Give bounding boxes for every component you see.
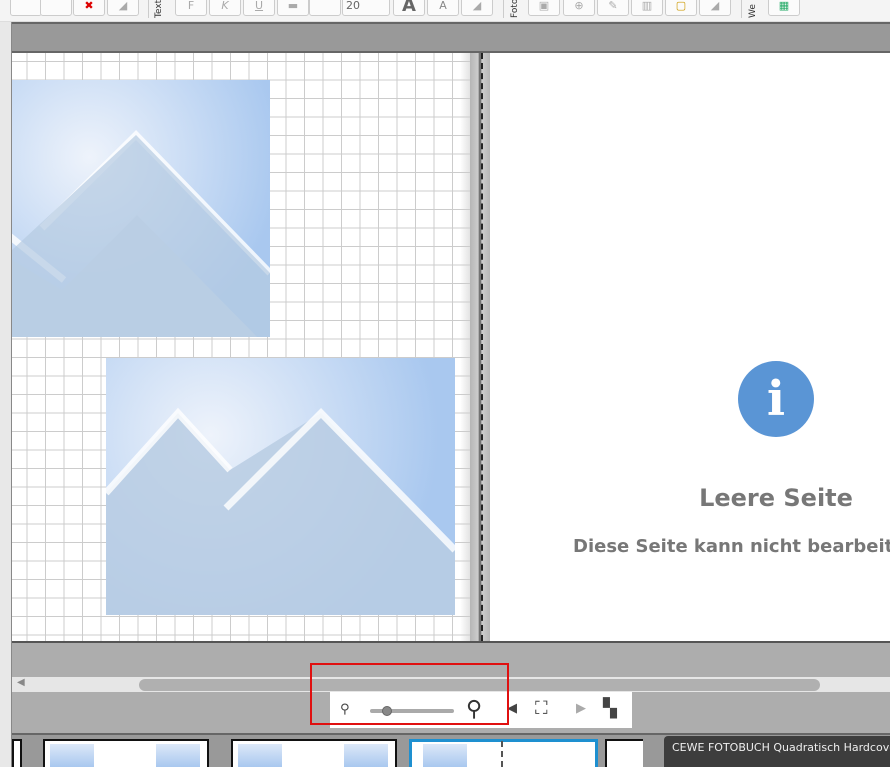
swap-pages-icon[interactable]: ▚ [603, 698, 617, 719]
separator [503, 0, 504, 18]
text-color-button[interactable]: ▬ [277, 0, 309, 16]
next-page-icon[interactable]: ▶ [576, 701, 586, 716]
photo-placeholder[interactable] [12, 80, 270, 337]
photo-link-button[interactable]: ⊕ [563, 0, 595, 16]
line-spacing-button[interactable] [309, 0, 341, 16]
paste-button[interactable] [40, 0, 72, 16]
photo-book-button[interactable]: ▥ [631, 0, 663, 16]
toolbar: ✖ ◢ Text F K U ▬ 20 A A ◢ Foto ▣ ⊕ ✎ ▥ ▢… [0, 0, 890, 22]
thumbnail-photo [50, 744, 94, 767]
foto-group-label: Foto [510, 0, 520, 18]
scroll-left-arrow-icon[interactable]: ◀ [17, 677, 25, 688]
photo-more-dropdown[interactable]: ◢ [699, 0, 731, 16]
fold-line [481, 53, 483, 641]
delete-button[interactable]: ✖ [73, 0, 105, 16]
shrink-font-button[interactable]: A [427, 0, 459, 16]
italic-button[interactable]: K [209, 0, 241, 16]
thumbnail-photo [423, 744, 467, 767]
more-group-label: We [748, 4, 758, 18]
photo-frame-button[interactable]: ▣ [528, 0, 560, 16]
thumbnail-fold [501, 741, 503, 767]
font-size-input[interactable]: 20 [342, 0, 390, 16]
underline-button[interactable]: U [243, 0, 275, 16]
text-more-dropdown[interactable]: ◢ [461, 0, 493, 16]
separator [148, 0, 149, 18]
copy-button[interactable] [10, 0, 42, 16]
bold-button[interactable]: F [175, 0, 207, 16]
side-panel-edge[interactable] [0, 22, 12, 767]
info-icon: i [738, 361, 814, 437]
fit-to-screen-icon[interactable]: ⛶ [535, 698, 548, 719]
canvas-top-margin [12, 22, 890, 53]
text-group-label: Text [154, 0, 164, 18]
more-dropdown[interactable]: ◢ [107, 0, 139, 16]
photo-edit-button[interactable]: ✎ [597, 0, 629, 16]
thumbnail-photo [156, 744, 200, 767]
photo-border-button[interactable]: ▢ [665, 0, 697, 16]
photo-placeholder[interactable] [106, 358, 455, 615]
separator [741, 0, 742, 18]
page-thumbnail[interactable] [605, 739, 643, 767]
product-label: CEWE FOTOBUCH Quadratisch Hardcover (42 [664, 736, 890, 767]
empty-page-subtitle: Diese Seite kann nicht bearbeitet [573, 536, 890, 557]
color-palette-button[interactable]: ▦ [768, 0, 800, 16]
thumbnail-photo [344, 744, 388, 767]
empty-page-title: Leere Seite [699, 484, 853, 512]
grow-font-button[interactable]: A [393, 0, 425, 16]
thumbnail-photo [238, 744, 282, 767]
highlight-box [310, 663, 509, 725]
page-thumbnail[interactable] [12, 739, 22, 767]
